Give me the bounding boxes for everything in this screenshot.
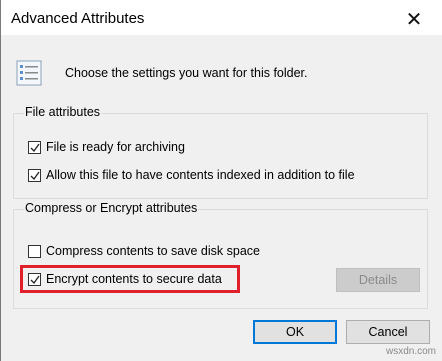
compress-checkbox-label: Compress contents to save disk space (46, 244, 260, 258)
index-checkbox[interactable] (28, 168, 41, 182)
encrypt-highlight-box (20, 265, 240, 293)
close-icon[interactable]: ✕ (404, 9, 424, 29)
title-bar: Advanced Attributes ✕ (1, 5, 442, 35)
compress-encrypt-group: Compress or Encrypt attributes Compress … (13, 201, 428, 309)
index-checkbox-label: Allow this file to have contents indexed… (46, 168, 355, 182)
archive-checkbox-label: File is ready for archiving (46, 140, 185, 154)
compress-checkbox-row[interactable]: Compress contents to save disk space (28, 243, 260, 259)
archive-checkbox[interactable] (28, 140, 41, 154)
file-attributes-group: File attributes File is ready for archiv… (13, 105, 428, 199)
checkmark-icon (30, 143, 40, 152)
folder-settings-icon (16, 60, 42, 86)
archive-checkbox-row[interactable]: File is ready for archiving (28, 139, 185, 155)
index-checkbox-row[interactable]: Allow this file to have contents indexed… (28, 167, 355, 183)
intro-text: Choose the settings you want for this fo… (65, 66, 308, 80)
cancel-button[interactable]: Cancel (346, 320, 430, 344)
ok-button[interactable]: OK (253, 320, 337, 344)
dialog-body: Choose the settings you want for this fo… (1, 35, 442, 361)
compress-encrypt-legend: Compress or Encrypt attributes (24, 201, 199, 215)
compress-checkbox[interactable] (28, 244, 41, 258)
watermark-text: wsxdn.com (385, 346, 436, 357)
file-attributes-legend: File attributes (24, 105, 102, 119)
checkmark-icon (30, 171, 40, 180)
advanced-attributes-dialog: Advanced Attributes ✕ Choose the setting… (0, 0, 442, 361)
dialog-title: Advanced Attributes (11, 10, 145, 27)
details-button[interactable]: Details (336, 268, 420, 292)
